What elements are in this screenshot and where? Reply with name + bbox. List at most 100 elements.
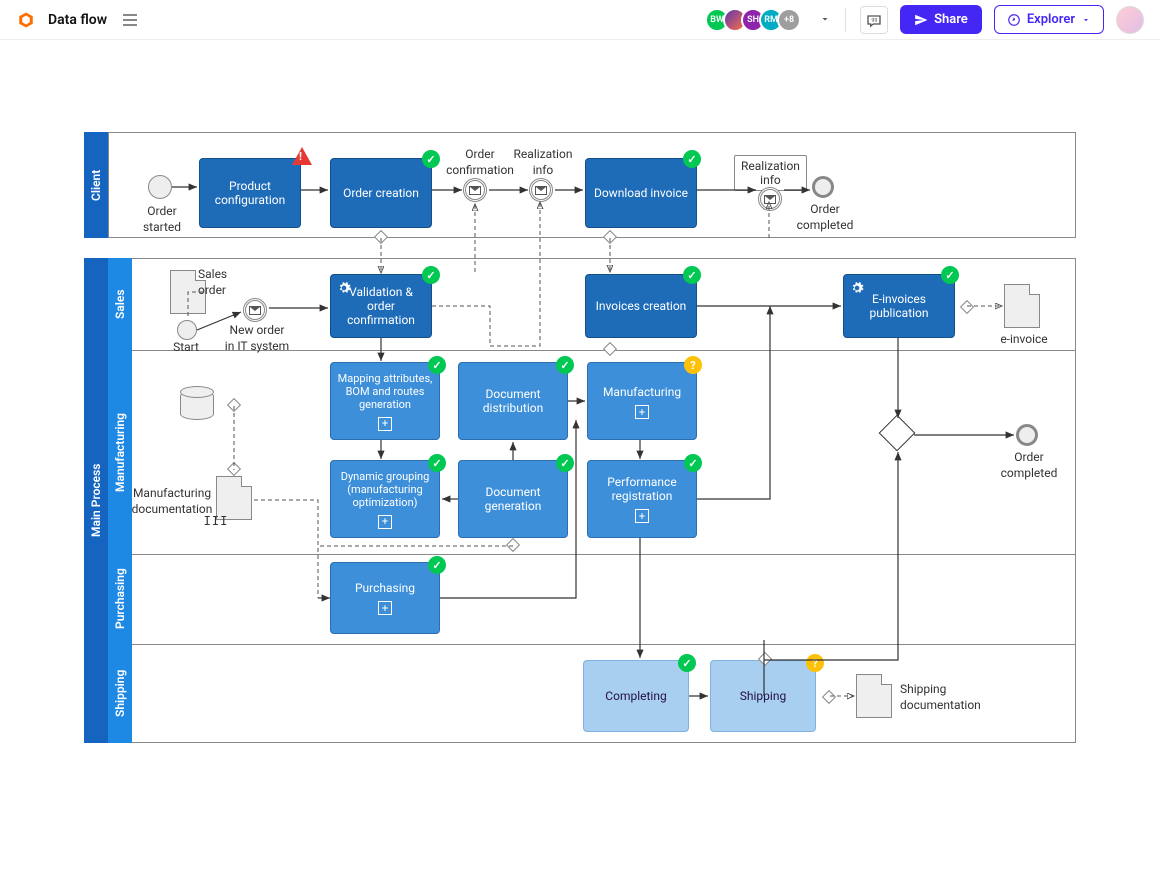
event-order-completed[interactable] [812, 176, 834, 198]
status-ok-icon: ✓ [941, 266, 959, 284]
task-doc-generation[interactable]: Document generation [458, 460, 568, 538]
lane-header-purch: Purchasing [108, 554, 132, 644]
avatars-chevron-down-icon[interactable] [819, 10, 831, 29]
compass-icon [1007, 13, 1021, 27]
hamburger-menu-icon[interactable] [123, 10, 143, 30]
share-label: Share [934, 12, 968, 27]
task-label: E-invoices publication [869, 292, 928, 320]
task-label: Download invoice [594, 186, 688, 200]
task-label: Performance registration [607, 475, 676, 503]
task-download-invoice[interactable]: Download invoice [585, 158, 697, 228]
status-ok-icon: ✓ [428, 356, 446, 374]
task-label: Mapping attributes, BOM and routes gener… [338, 372, 433, 411]
task-invoices-creation[interactable]: Invoices creation [585, 274, 697, 338]
doc-einvoice[interactable] [1004, 284, 1040, 328]
status-ok-icon: ✓ [683, 266, 701, 284]
task-label: Dynamic grouping (manufacturing optimiza… [341, 470, 430, 509]
status-ok-icon: ✓ [683, 150, 701, 168]
task-label: Document distribution [483, 387, 543, 415]
task-shipping[interactable]: Shipping [710, 660, 816, 732]
event-realization2[interactable] [758, 187, 782, 211]
task-purchasing[interactable]: Purchasing + [330, 562, 440, 634]
lane-header-ship: Shipping [108, 644, 132, 743]
row-border-2 [132, 554, 1076, 555]
event-order-started[interactable] [148, 175, 172, 199]
doc-shipping-doc[interactable] [856, 674, 892, 718]
explorer-button[interactable]: Explorer [994, 5, 1104, 34]
event-realization1[interactable] [529, 178, 553, 202]
task-validation[interactable]: Validation & order confirmation [330, 274, 432, 338]
task-performance-registration[interactable]: Performance registration + [587, 460, 697, 538]
row-border-3 [132, 644, 1076, 645]
lane-header-mfg: Manufacturing [108, 350, 132, 554]
task-label: Order creation [343, 186, 419, 200]
task-label: Completing [605, 689, 666, 703]
subprocess-icon: + [378, 417, 392, 431]
gear-icon [850, 281, 864, 298]
app-header: Data flow BW SH RM +8 99 Share Explorer [0, 0, 1160, 40]
task-manufacturing[interactable]: Manufacturing + [587, 362, 697, 440]
lane-header-main: Main Process [84, 258, 108, 743]
event-new-order-it[interactable] [243, 298, 267, 322]
feedback-button[interactable]: 99 [860, 6, 888, 34]
status-warn-icon: ? [806, 654, 824, 672]
explorer-label: Explorer [1027, 12, 1075, 27]
avatar-more[interactable]: +8 [777, 8, 801, 32]
task-product-configuration[interactable]: Product configuration [199, 158, 301, 228]
datastore-icon[interactable] [180, 390, 214, 420]
status-ok-icon: ✓ [556, 356, 574, 374]
event-order-confirmation[interactable] [463, 178, 487, 202]
subprocess-icon: + [378, 601, 392, 615]
task-completing[interactable]: Completing [583, 660, 689, 732]
share-button[interactable]: Share [900, 5, 982, 34]
event-start[interactable] [177, 320, 197, 340]
lane-header-client: Client [84, 132, 108, 238]
status-ok-icon: ✓ [428, 454, 446, 472]
label-new-order-it: New order in IT system [221, 323, 293, 354]
task-doc-distribution[interactable]: Document distribution [458, 362, 568, 440]
header-divider [845, 8, 846, 32]
label-order-started: Order started [136, 204, 188, 235]
event-order-completed2[interactable] [1016, 424, 1038, 446]
task-mapping[interactable]: Mapping attributes, BOM and routes gener… [330, 362, 440, 440]
label-realization1: Realization info [511, 147, 575, 178]
envelope-icon [249, 306, 261, 315]
page-title: Data flow [48, 12, 107, 28]
task-label: Shipping [740, 689, 786, 703]
task-dynamic-grouping[interactable]: Dynamic grouping (manufacturing optimiza… [330, 460, 440, 538]
collaborator-avatars[interactable]: BW SH RM +8 [711, 8, 801, 32]
label-start: Start [166, 340, 206, 356]
status-ok-icon: ✓ [678, 654, 696, 672]
alert-icon [292, 147, 312, 165]
task-order-creation[interactable]: Order creation [330, 158, 432, 228]
chevron-down-icon [1081, 15, 1091, 25]
label-order-conf: Order confirmation [445, 147, 515, 178]
task-label: Manufacturing [603, 383, 681, 399]
paper-plane-icon [914, 13, 928, 27]
status-ok-icon: ✓ [428, 556, 446, 574]
status-ok-icon: ✓ [556, 454, 574, 472]
status-warn-icon: ? [684, 356, 702, 374]
label-sales-order: Sales order [198, 267, 242, 298]
app-logo [16, 10, 36, 30]
envelope-icon [535, 186, 547, 195]
label-order-completed: Order completed [792, 202, 858, 233]
svg-text:99: 99 [871, 18, 877, 24]
task-einvoices-publication[interactable]: E-invoices publication [843, 274, 955, 338]
task-label: Invoices creation [596, 299, 687, 313]
subprocess-icon: + [378, 515, 392, 529]
task-label: Product configuration [215, 179, 285, 207]
status-ok-icon: ✓ [422, 266, 440, 284]
label-order-completed2: Order completed [996, 450, 1062, 481]
task-label: Document generation [485, 485, 542, 513]
subprocess-icon: + [635, 405, 649, 419]
profile-avatar[interactable] [1116, 6, 1144, 34]
task-label: Purchasing [355, 581, 415, 595]
diagram-canvas[interactable]: Client Main Process Sales Manufacturing … [0, 40, 1160, 870]
lane-header-sales: Sales [108, 258, 132, 350]
label-shipping-doc: Shipping documentation [900, 682, 1000, 713]
label-mfg-doc: Manufacturing documentation [130, 486, 214, 517]
subprocess-icon: + [635, 509, 649, 523]
envelope-icon [764, 195, 776, 204]
status-ok-icon: ✓ [422, 150, 440, 168]
